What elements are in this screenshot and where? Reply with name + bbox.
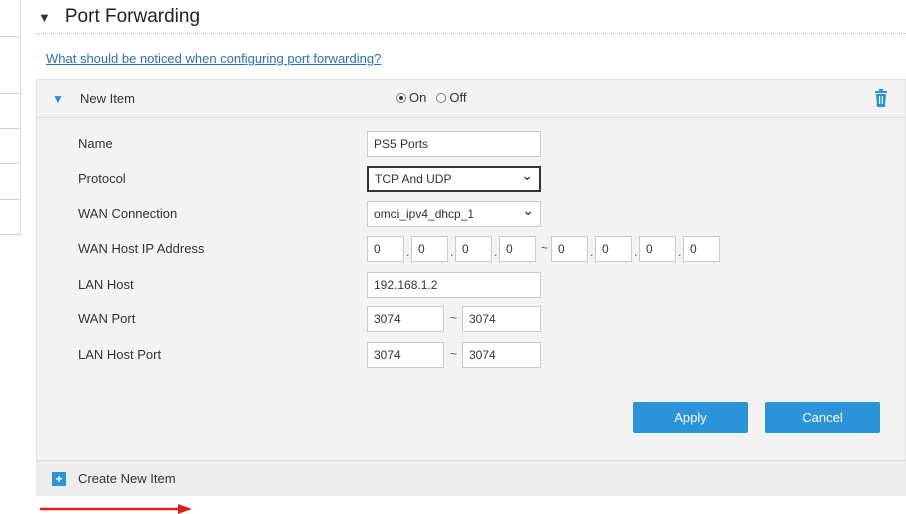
- lan-host-label: LAN Host: [78, 277, 134, 292]
- left-panel-border: [20, 0, 21, 235]
- form-row-wan-port: WAN Port 3074 ~ 3074: [78, 306, 838, 332]
- protocol-select[interactable]: TCP And UDP: [367, 164, 541, 192]
- form-row-lan-host-port: LAN Host Port 3074 ~ 3074: [78, 342, 838, 368]
- create-new-item-row[interactable]: + Create New Item: [36, 460, 906, 496]
- lan-host-port-end-input[interactable]: 3074: [462, 342, 541, 368]
- left-divider: [0, 93, 20, 94]
- item-title: New Item: [80, 91, 135, 106]
- wan-ip-start-octet-3[interactable]: 0: [455, 236, 492, 262]
- octet-separator: .: [494, 245, 498, 259]
- lan-host-port-start-input[interactable]: 3074: [367, 342, 444, 368]
- section-divider: [36, 33, 906, 34]
- wan-ip-start-octet-2[interactable]: 0: [411, 236, 448, 262]
- triangle-down-icon[interactable]: ▼: [52, 92, 64, 106]
- range-separator: ~: [450, 311, 458, 325]
- octet-separator: .: [678, 245, 682, 259]
- radio-off[interactable]: [436, 92, 447, 103]
- apply-button[interactable]: Apply: [633, 402, 748, 433]
- form-row-lan-host: LAN Host 192.168.1.2: [78, 272, 838, 298]
- wan-port-label: WAN Port: [78, 311, 136, 326]
- wan-ip-end-octet-1[interactable]: 0: [551, 236, 588, 262]
- left-divider: [0, 128, 20, 129]
- octet-separator: .: [406, 245, 410, 259]
- form-row-wan-host-ip: WAN Host IP Address 0 . 0 . 0 . 0 ~ 0 . …: [78, 236, 838, 262]
- triangle-down-icon: ▼: [38, 9, 51, 25]
- octet-separator: .: [590, 245, 594, 259]
- trash-icon[interactable]: [874, 89, 888, 107]
- radio-off-label: Off: [449, 90, 467, 105]
- left-divider: [0, 234, 20, 235]
- wan-host-ip-label: WAN Host IP Address: [78, 241, 205, 256]
- section-title: Port Forwarding: [64, 6, 201, 27]
- radio-on[interactable]: [396, 92, 406, 103]
- wan-ip-end-octet-2[interactable]: 0: [595, 236, 632, 262]
- lan-host-input[interactable]: 192.168.1.2: [367, 272, 541, 298]
- wan-port-start-input[interactable]: 3074: [367, 306, 444, 332]
- help-link[interactable]: What should be noticed when configuring …: [46, 51, 381, 66]
- wan-connection-label: WAN Connection: [78, 206, 178, 221]
- name-input[interactable]: PS5 Ports: [367, 131, 541, 157]
- lan-host-port-label: LAN Host Port: [78, 347, 162, 362]
- create-new-item-label: Create New Item: [78, 471, 176, 486]
- status-radio-group: On Off: [396, 90, 476, 105]
- form-row-wan-connection: WAN Connection omci_ipv4_dhcp_1: [78, 198, 838, 227]
- octet-separator: .: [634, 245, 638, 259]
- wan-ip-end-octet-3[interactable]: 0: [639, 236, 676, 262]
- wan-connection-select[interactable]: omci_ipv4_dhcp_1: [367, 198, 541, 227]
- range-separator: ~: [541, 241, 549, 255]
- form-row-name: Name PS5 Ports: [78, 131, 838, 157]
- name-label: Name: [78, 136, 113, 151]
- wan-ip-start-octet-1[interactable]: 0: [367, 236, 404, 262]
- left-divider: [0, 199, 20, 200]
- radio-on-label: On: [409, 90, 427, 105]
- left-divider: [0, 163, 20, 164]
- octet-separator: .: [450, 245, 454, 259]
- item-header[interactable]: ▼ New Item On Off: [36, 80, 906, 118]
- wan-ip-start-octet-4[interactable]: 0: [499, 236, 536, 262]
- section-header[interactable]: ▼ Port Forwarding: [38, 2, 200, 32]
- wan-port-end-input[interactable]: 3074: [462, 306, 541, 332]
- protocol-label: Protocol: [78, 171, 126, 186]
- left-divider: [0, 36, 20, 37]
- cancel-button[interactable]: Cancel: [765, 402, 880, 433]
- range-separator: ~: [450, 347, 458, 361]
- wan-ip-end-octet-4[interactable]: 0: [683, 236, 720, 262]
- form-row-protocol: Protocol TCP And UDP: [78, 164, 838, 192]
- plus-icon[interactable]: +: [52, 472, 66, 486]
